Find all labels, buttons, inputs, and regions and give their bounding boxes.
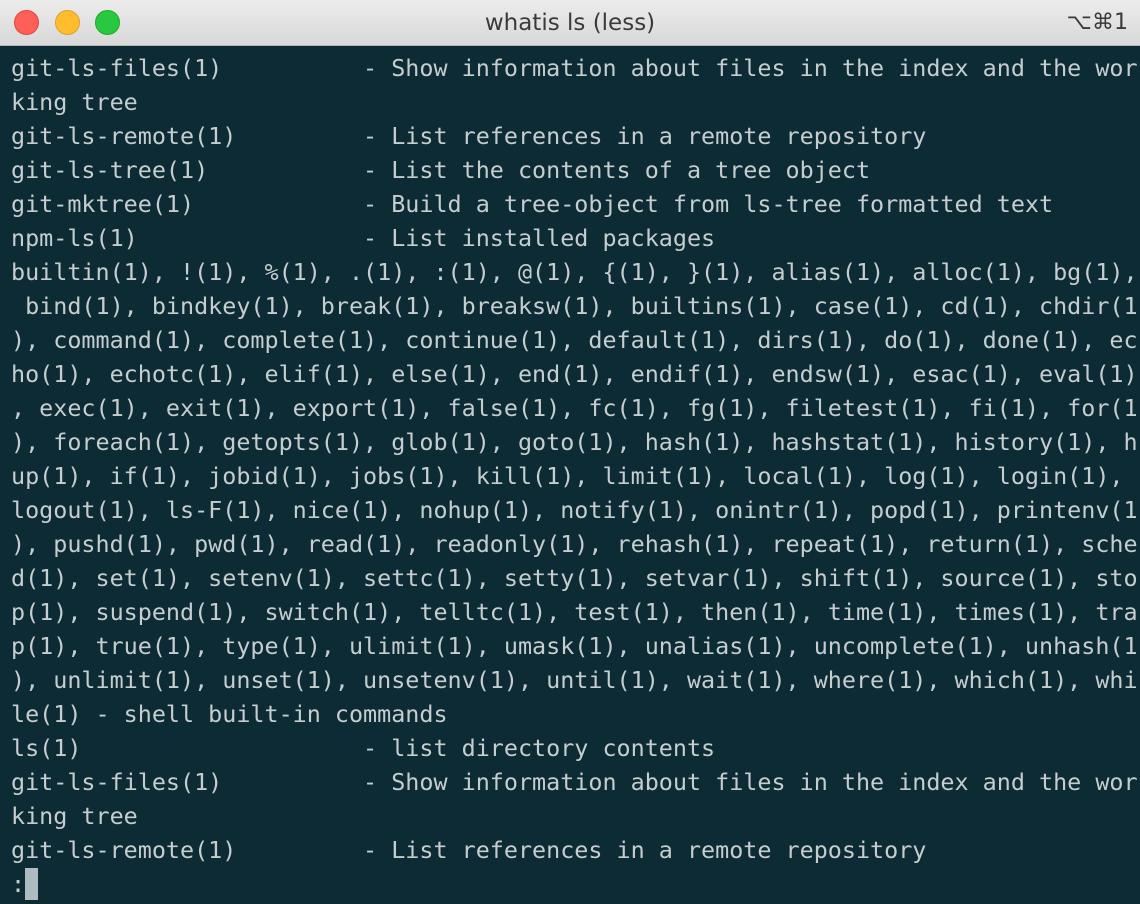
terminal-output[interactable]: git-ls-files(1) - Show information about… <box>0 46 1140 904</box>
output-line: logout(1), ls-F(1), nice(1), nohup(1), n… <box>11 496 1138 524</box>
output-line: git-ls-remote(1) - List references in a … <box>11 836 927 864</box>
output-line: bind(1), bindkey(1), break(1), breaksw(1… <box>11 292 1138 320</box>
output-line: git-mktree(1) - Build a tree-object from… <box>11 190 1054 218</box>
text-cursor <box>25 868 39 900</box>
less-prompt: : <box>11 870 26 898</box>
output-line: king tree <box>11 802 138 830</box>
output-line: ), foreach(1), getopts(1), glob(1), goto… <box>11 428 1138 456</box>
output-line: npm-ls(1) - List installed packages <box>11 224 716 252</box>
output-line: ), unlimit(1), unset(1), unsetenv(1), un… <box>11 666 1138 694</box>
output-line: king tree <box>11 88 138 116</box>
output-line: le(1) - shell built-in commands <box>11 700 448 728</box>
output-line: git-ls-files(1) - Show information about… <box>11 54 1138 82</box>
output-line: ), pushd(1), pwd(1), read(1), readonly(1… <box>11 530 1138 558</box>
terminal-window: whatis ls (less) ⌥⌘1 git-ls-files(1) - S… <box>0 0 1140 904</box>
output-line: ), command(1), complete(1), continue(1),… <box>11 326 1138 354</box>
output-line: git-ls-files(1) - Show information about… <box>11 768 1138 796</box>
window-shortcut-label: ⌥⌘1 <box>1066 10 1128 35</box>
output-line: , exec(1), exit(1), export(1), false(1),… <box>11 394 1138 422</box>
output-line: d(1), set(1), setenv(1), settc(1), setty… <box>11 564 1138 592</box>
output-line: p(1), true(1), type(1), ulimit(1), umask… <box>11 632 1138 660</box>
output-line: up(1), if(1), jobid(1), jobs(1), kill(1)… <box>11 462 1124 490</box>
output-line: p(1), suspend(1), switch(1), telltc(1), … <box>11 598 1138 626</box>
less-prompt-line[interactable]: : <box>11 867 1140 901</box>
window-title: whatis ls (less) <box>484 10 656 36</box>
output-line: ls(1) - list directory contents <box>11 734 716 762</box>
output-line: ho(1), echotc(1), elif(1), else(1), end(… <box>11 360 1138 388</box>
output-line: git-ls-tree(1) - List the contents of a … <box>11 156 871 184</box>
output-line: git-ls-remote(1) - List references in a … <box>11 122 927 150</box>
title-bar[interactable]: whatis ls (less) ⌥⌘1 <box>0 0 1140 46</box>
output-line: builtin(1), !(1), %(1), .(1), :(1), @(1)… <box>11 258 1138 286</box>
